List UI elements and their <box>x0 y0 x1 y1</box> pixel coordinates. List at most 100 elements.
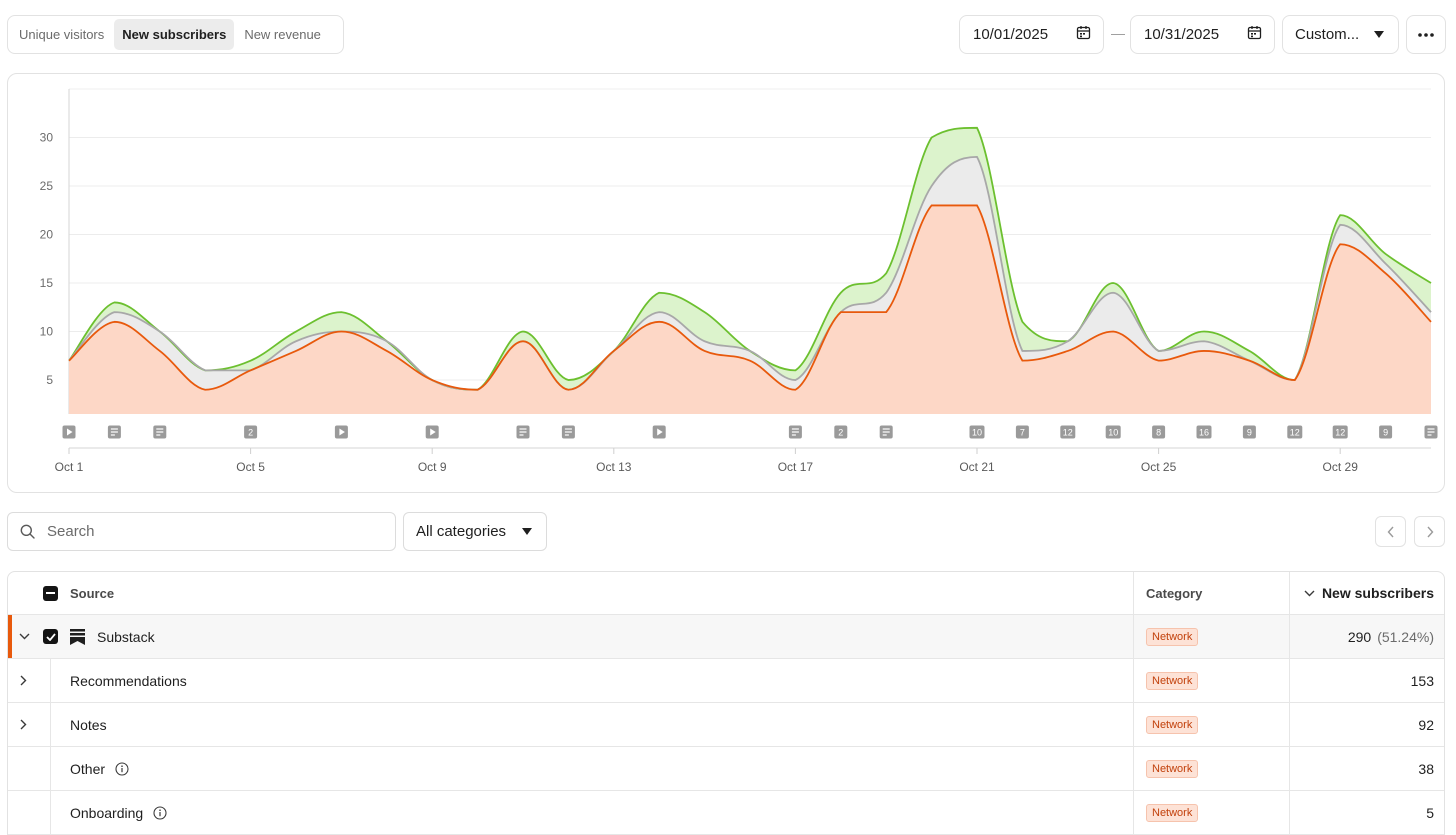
metric-percent: (51.24%) <box>1377 628 1434 645</box>
category-badge: Network <box>1146 759 1199 778</box>
more-options-button[interactable] <box>1406 15 1446 54</box>
event-count-label: 10 <box>1108 428 1118 438</box>
post-icon <box>1427 431 1435 433</box>
tab-new-revenue[interactable]: New revenue <box>236 19 329 50</box>
event-count-label: 8 <box>1156 428 1161 438</box>
category-badge: Network <box>1146 671 1199 690</box>
search-input[interactable] <box>47 523 367 540</box>
chevron-right-icon <box>1426 526 1433 537</box>
select-all-checkbox[interactable] <box>43 572 58 614</box>
table-row[interactable]: Onboarding Network 5 <box>8 791 1444 835</box>
expand-chevron-icon[interactable] <box>20 703 27 746</box>
event-count-label: 9 <box>1383 428 1388 438</box>
post-icon <box>519 431 527 433</box>
event-count-label: 2 <box>838 428 843 438</box>
substack-logo-icon <box>70 615 85 658</box>
post-icon <box>564 431 572 433</box>
series-color-indicator <box>8 615 12 658</box>
category-badge: Network <box>1146 803 1199 822</box>
post-icon <box>564 428 572 430</box>
chevron-left-icon <box>1387 526 1394 537</box>
category-badge: Network <box>1146 715 1199 734</box>
x-tick-label: Oct 9 <box>418 460 447 474</box>
y-tick-label: 5 <box>46 373 53 387</box>
post-icon <box>882 428 890 430</box>
caret-down-icon <box>522 528 532 535</box>
source-name: Onboarding <box>70 804 144 821</box>
source-name: Other <box>70 760 106 777</box>
event-count-label: 12 <box>1290 428 1300 438</box>
chart-card: 5 10 15 20 25 30 2 2 10 7 12 10 8 16 9 12 12 9 Oct 1 Oct 5 O… <box>7 73 1445 493</box>
post-icon <box>110 428 118 430</box>
table-row[interactable]: Recommendations Network 153 <box>8 659 1444 703</box>
metric-value: 38 <box>1418 760 1434 777</box>
y-tick-label: 15 <box>40 276 54 290</box>
category-column-header[interactable]: Category <box>1146 572 1202 614</box>
y-tick-label: 30 <box>40 131 54 145</box>
source-name: Recommendations <box>70 672 187 689</box>
x-tick-label: Oct 25 <box>1141 460 1177 474</box>
metric-value: 153 <box>1410 672 1434 689</box>
previous-page-button[interactable] <box>1375 516 1406 547</box>
row-checkbox[interactable] <box>43 615 58 658</box>
next-page-button[interactable] <box>1414 516 1445 547</box>
subscribers-chart: 5 10 15 20 25 30 2 2 10 7 12 10 8 16 9 12 12 9 Oct 1 Oct 5 O… <box>40 88 1438 474</box>
start-date-field[interactable]: 10/01/2025 <box>959 15 1104 54</box>
post-icon <box>519 434 524 436</box>
end-date-value: 10/31/2025 <box>1144 26 1220 43</box>
post-icon <box>1427 434 1432 436</box>
x-tick-label: Oct 13 <box>596 460 632 474</box>
post-icon <box>110 431 118 433</box>
metric-column-header[interactable]: New subscribers <box>1322 572 1434 614</box>
metric-value: 5 <box>1426 804 1434 821</box>
tab-unique-visitors[interactable]: Unique visitors <box>11 19 112 50</box>
post-icon <box>156 434 161 436</box>
caret-down-icon <box>1374 31 1384 38</box>
x-tick-label: Oct 5 <box>236 460 265 474</box>
post-icon <box>110 434 115 436</box>
table-row[interactable]: Other Network 38 <box>8 747 1444 791</box>
range-preset-dropdown[interactable]: Custom... <box>1282 15 1399 54</box>
post-icon <box>156 431 164 433</box>
ellipsis-icon <box>1418 32 1434 37</box>
event-count-label: 12 <box>1335 428 1345 438</box>
info-icon[interactable] <box>153 805 167 820</box>
table-group-row[interactable]: Substack Network 290 (51.24%) <box>8 615 1444 659</box>
metric-value: 290 (51.24%) <box>1348 615 1434 658</box>
start-date-value: 10/01/2025 <box>973 26 1049 43</box>
y-tick-label: 10 <box>40 325 54 339</box>
info-icon[interactable] <box>115 761 129 776</box>
post-icon <box>519 428 527 430</box>
y-tick-label: 25 <box>40 179 54 193</box>
event-count-label: 2 <box>248 428 253 438</box>
search-box[interactable] <box>7 512 396 551</box>
x-tick-label: Oct 29 <box>1323 460 1359 474</box>
category-badge: Network <box>1146 627 1199 646</box>
calendar-icon <box>1076 25 1091 44</box>
post-icon <box>564 434 569 436</box>
table-row[interactable]: Notes Network 92 <box>8 703 1444 747</box>
event-count-label: 9 <box>1247 428 1252 438</box>
sort-descending-icon[interactable] <box>1304 572 1315 614</box>
category-filter-dropdown[interactable]: All categories <box>403 512 547 551</box>
event-count-label: 12 <box>1063 428 1073 438</box>
y-tick-label: 20 <box>40 228 54 242</box>
event-count-label: 7 <box>1020 428 1025 438</box>
event-count-label: 16 <box>1199 428 1209 438</box>
x-tick-label: Oct 21 <box>959 460 995 474</box>
source-column-header[interactable]: Source <box>70 572 114 614</box>
end-date-field[interactable]: 10/31/2025 <box>1130 15 1275 54</box>
tab-new-subscribers[interactable]: New subscribers <box>114 19 235 50</box>
expand-chevron-icon[interactable] <box>20 659 27 702</box>
range-preset-value: Custom... <box>1295 26 1360 43</box>
post-icon <box>1427 428 1435 430</box>
x-tick-label: Oct 1 <box>55 460 84 474</box>
sources-table: Source Category New subscribers Substack… <box>7 571 1445 835</box>
collapse-chevron-icon[interactable] <box>19 615 30 658</box>
search-icon <box>20 524 35 539</box>
date-separator: — <box>1111 25 1125 41</box>
post-icon <box>156 428 164 430</box>
calendar-icon <box>1247 25 1262 44</box>
table-header-row: Source Category New subscribers <box>8 572 1444 615</box>
source-name: Substack <box>97 628 155 645</box>
